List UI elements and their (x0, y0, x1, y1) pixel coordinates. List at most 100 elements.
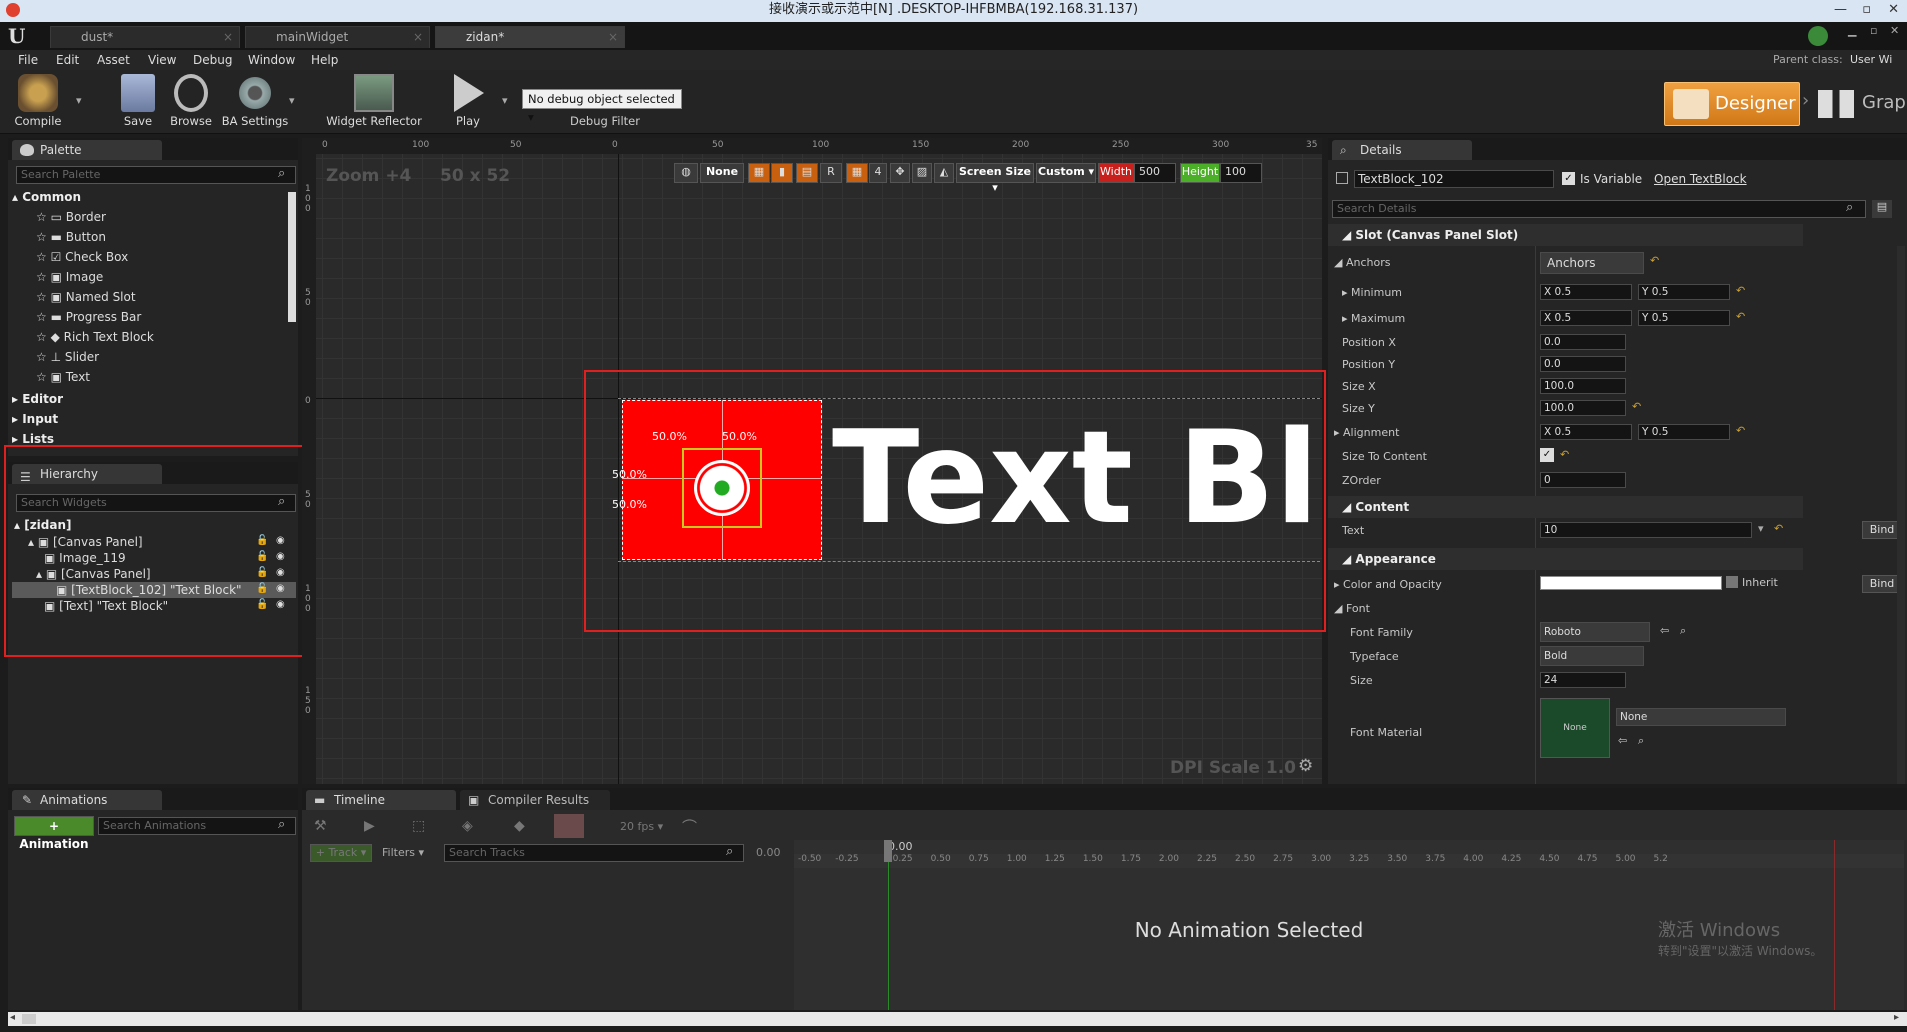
selection-icon[interactable]: ⬚ (412, 818, 425, 834)
scrub-handle[interactable] (884, 840, 892, 862)
content-section-header[interactable]: ◢ Content (1328, 496, 1803, 518)
font-family-dropdown[interactable]: Roboto (1540, 622, 1650, 642)
position-x-input[interactable]: 0.0 (1540, 334, 1626, 350)
play-button[interactable]: Play (446, 74, 490, 128)
search-icon[interactable]: ⌕ (1846, 200, 1853, 215)
ba-settings-dropdown-icon[interactable]: ▾ (289, 94, 295, 107)
add-animation-button[interactable]: + Animation (14, 816, 94, 851)
r-button[interactable]: R (820, 163, 842, 183)
restore-button[interactable]: ▫ (1862, 0, 1871, 20)
size-to-content-checkbox[interactable]: ✓ (1540, 448, 1554, 462)
palette-scrollbar[interactable] (288, 192, 296, 322)
grid-toggle-icon[interactable]: ▦ (846, 163, 868, 183)
palette-category-lists[interactable]: ▸ Lists (12, 432, 54, 446)
palette-item-image[interactable]: ☆ ▣ Image (36, 270, 103, 284)
browse-search-icon[interactable]: ⌕ (1680, 624, 1686, 638)
filters-select[interactable]: Filters ▾ (382, 846, 424, 859)
tab-dust[interactable]: dust* × (50, 26, 240, 48)
window-minimize-icon[interactable]: ▁ (1848, 24, 1856, 37)
use-selected-arrow-icon[interactable]: ⇦ (1618, 734, 1627, 747)
palette-item-slider[interactable]: ☆ ⊥ Slider (36, 350, 99, 364)
minimum-x-input[interactable]: X 0.5 (1540, 284, 1632, 300)
scroll-right-icon[interactable]: ▸ (1894, 1012, 1899, 1023)
inherit-checkbox[interactable] (1726, 576, 1738, 588)
fps-select[interactable]: 20 fps ▾ (620, 820, 663, 833)
screen-size-select[interactable]: Screen Size ▾ (956, 163, 1034, 194)
compiler-results-tab[interactable]: ▣ Compiler Results (460, 790, 610, 810)
reset-arrow-icon[interactable]: ↶ (1632, 400, 1641, 413)
close-icon[interactable]: × (608, 27, 618, 48)
track-search-input[interactable]: Search Tracks (444, 844, 744, 862)
palette-category-input[interactable]: ▸ Input (12, 412, 58, 426)
close-icon[interactable]: × (223, 27, 233, 48)
add-track-button[interactable]: + Track ▾ (310, 844, 372, 862)
reset-arrow-icon[interactable]: ↶ (1736, 424, 1745, 437)
dpi-gear-icon[interactable]: ⚙ (1298, 756, 1313, 776)
reset-arrow-icon[interactable]: ↶ (1736, 310, 1745, 323)
zorder-input[interactable]: 0 (1540, 472, 1626, 488)
wrench-icon[interactable]: ⚒ (314, 818, 327, 834)
menu-file[interactable]: File (18, 53, 38, 67)
browse-search-icon[interactable]: ⌕ (1638, 734, 1644, 748)
color-bind-button[interactable]: Bind (1862, 575, 1902, 593)
menu-asset[interactable]: Asset (97, 53, 130, 67)
search-icon[interactable]: ⌕ (278, 817, 285, 832)
horizontal-scrollbar[interactable]: ◂ ▸ (8, 1012, 1907, 1026)
window-close-icon[interactable]: ✕ (1890, 24, 1899, 37)
appearance-section-header[interactable]: ◢ Appearance (1328, 548, 1803, 570)
is-variable-checkbox[interactable]: ✓ (1562, 172, 1575, 185)
menu-help[interactable]: Help (311, 53, 338, 67)
text-value-input[interactable]: 10 (1540, 522, 1752, 538)
custom-size-select[interactable]: Custom ▾ (1036, 163, 1096, 183)
menu-debug[interactable]: Debug (193, 53, 232, 67)
reset-arrow-icon[interactable]: ↶ (1650, 254, 1659, 267)
use-selected-arrow-icon[interactable]: ⇦ (1660, 624, 1669, 637)
snap-icon[interactable]: ◆ (514, 818, 525, 834)
typeface-dropdown[interactable]: Bold (1540, 646, 1644, 666)
reset-arrow-icon[interactable]: ↶ (1736, 284, 1745, 297)
reset-arrow-icon[interactable]: ↶ (1560, 448, 1569, 461)
compile-dropdown-icon[interactable]: ▾ (76, 94, 82, 107)
palette-search-input[interactable]: Search Palette (16, 166, 296, 184)
grid-step-button[interactable]: 4 (869, 163, 887, 183)
maximum-y-input[interactable]: Y 0.5 (1638, 310, 1730, 326)
size-x-input[interactable]: 100.0 (1540, 378, 1626, 394)
widget-reflector-button[interactable]: Widget Reflector (326, 74, 422, 128)
grid-snap-icon[interactable]: ▦ (748, 163, 770, 183)
tab-zidan[interactable]: zidan* × (435, 26, 625, 48)
alignment-x-input[interactable]: X 0.5 (1540, 424, 1632, 440)
compile-button[interactable]: Compile (12, 74, 64, 128)
width-input[interactable]: 500 (1134, 163, 1176, 183)
designer-mode-button[interactable]: Designer (1664, 82, 1800, 126)
palette-tab[interactable]: Palette (12, 140, 162, 160)
localization-globe-icon[interactable]: ◍ (674, 163, 698, 183)
palette-item-check-box[interactable]: ☆ ☑ Check Box (36, 250, 128, 264)
palette-category-editor[interactable]: ▸ Editor (12, 392, 63, 406)
size-y-input[interactable]: 100.0 (1540, 400, 1626, 416)
alignment-y-input[interactable]: Y 0.5 (1638, 424, 1730, 440)
transform-icon[interactable]: ✥ (890, 163, 910, 183)
details-tab[interactable]: ⌕ Details (1332, 140, 1472, 160)
palette-item-rich-text-block[interactable]: ☆ ◆ Rich Text Block (36, 330, 154, 344)
minimize-button[interactable]: — (1834, 0, 1847, 20)
record-icon[interactable] (554, 814, 584, 838)
parent-class-value[interactable]: User Wi (1850, 53, 1892, 66)
flow-direction-select[interactable]: None (700, 163, 744, 183)
close-button[interactable]: ✕ (1888, 0, 1899, 20)
position-y-input[interactable]: 0.0 (1540, 356, 1626, 372)
palette-item-border[interactable]: ☆ ▭ Border (36, 210, 106, 224)
palette-item-named-slot[interactable]: ☆ ▣ Named Slot (36, 290, 136, 304)
scroll-left-icon[interactable]: ◂ (10, 1012, 15, 1023)
timeline-tab[interactable]: ▬ Timeline (306, 790, 456, 810)
font-size-input[interactable]: 24 (1540, 672, 1626, 688)
key-icon[interactable]: ◈ (462, 818, 473, 834)
minimum-y-input[interactable]: Y 0.5 (1638, 284, 1730, 300)
window-restore-icon[interactable]: ▫ (1870, 24, 1877, 37)
palette-item-text[interactable]: ☆ ▣ Text (36, 370, 90, 384)
anchors-dropdown[interactable]: Anchors (1540, 252, 1644, 274)
view-options-icon[interactable]: ▤ (1872, 200, 1892, 218)
menu-view[interactable]: View (148, 53, 176, 67)
palette-item-progress-bar[interactable]: ☆ ▬ Progress Bar (36, 310, 141, 324)
font-material-thumbnail[interactable]: None (1540, 698, 1610, 758)
open-textblock-link[interactable]: Open TextBlock (1654, 172, 1747, 186)
